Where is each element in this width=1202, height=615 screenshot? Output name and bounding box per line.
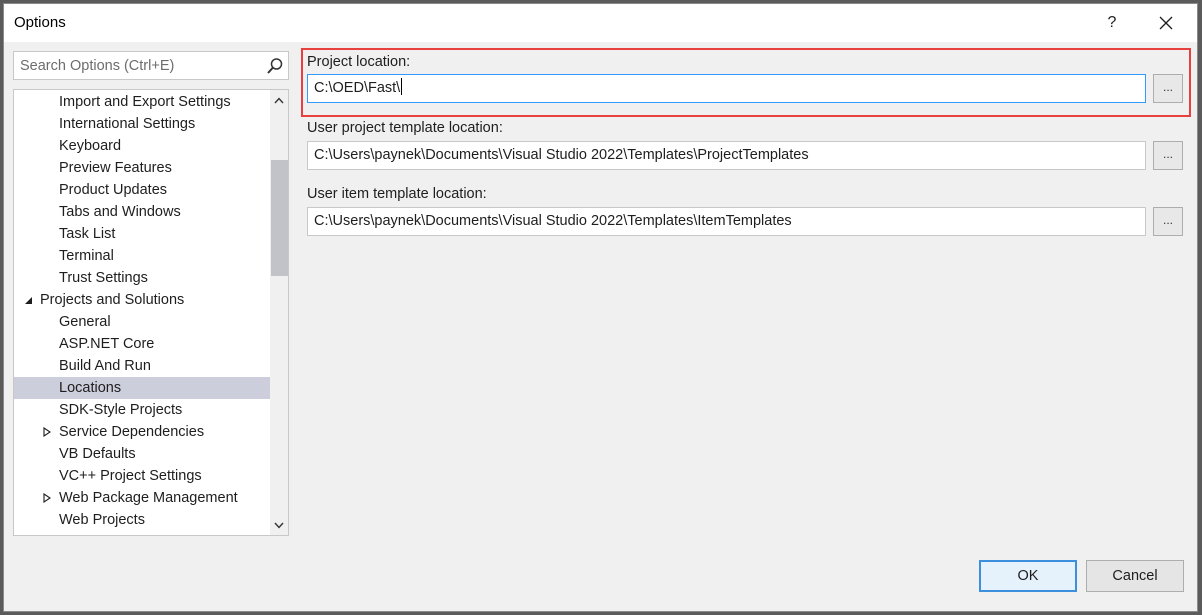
project-location-label: Project location: [307, 54, 411, 70]
tree-item-label: Tabs and Windows [59, 204, 181, 220]
tree-item[interactable]: Web Package Management [14, 487, 271, 509]
user-item-template-input[interactable]: C:\Users\paynek\Documents\Visual Studio … [307, 207, 1146, 236]
tree-item[interactable]: Keyboard [14, 135, 271, 157]
chevron-down-icon [274, 522, 284, 529]
tree-item-label: Product Updates [59, 182, 168, 198]
tree-item[interactable]: Import and Export Settings [14, 91, 271, 113]
tree-item-label: Web Projects [59, 512, 145, 528]
tree-item[interactable]: Task List [14, 223, 271, 245]
tree-list: Import and Export Settings International … [14, 91, 271, 531]
search-icon[interactable] [266, 57, 284, 75]
tree-item-label: Task List [59, 226, 116, 242]
tree-item-label: SDK-Style Projects [59, 402, 183, 418]
tree-item[interactable]: SDK-Style Projects [14, 399, 271, 421]
tree-scrollbar[interactable] [270, 90, 288, 535]
tree-item[interactable]: Locations [14, 377, 271, 399]
tree-item-label: International Settings [59, 116, 196, 132]
tree-item-label: Keyboard [59, 138, 122, 154]
tree-item-label: Web Package Management [59, 490, 238, 506]
search-box [13, 51, 289, 80]
user-item-template-label: User item template location: [307, 186, 487, 202]
tree-item-label: Service Dependencies [59, 424, 205, 440]
tree-item[interactable]: VC++ Project Settings [14, 465, 271, 487]
tree-item[interactable]: Web Projects [14, 509, 271, 531]
collapsed-triangle-icon[interactable] [40, 421, 54, 443]
tree-item-label: Preview Features [59, 160, 172, 176]
close-icon [1159, 16, 1173, 30]
tree-item[interactable]: Projects and Solutions [14, 289, 271, 311]
user-project-template-browse-button[interactable]: ... [1153, 141, 1183, 170]
title-bar: Options ? [4, 4, 1197, 42]
window-title: Options [14, 14, 66, 31]
tree-item[interactable]: Terminal [14, 245, 271, 267]
tree-item[interactable]: Product Updates [14, 179, 271, 201]
tree-item-label: VC++ Project Settings [59, 468, 202, 484]
cancel-button[interactable]: Cancel [1086, 560, 1184, 592]
options-dialog: Options ? Import and Export Settings Inte… [3, 3, 1198, 612]
close-button[interactable] [1143, 4, 1189, 42]
collapsed-triangle-icon[interactable] [40, 487, 54, 509]
tree-item[interactable]: International Settings [14, 113, 271, 135]
tree-item-label: Terminal [59, 248, 114, 264]
scroll-thumb[interactable] [271, 160, 288, 276]
tree-item-label: Projects and Solutions [40, 292, 185, 308]
tree-item[interactable]: ASP.NET Core [14, 333, 271, 355]
tree-item-label: Build And Run [59, 358, 151, 374]
tree-item-label: Locations [59, 380, 122, 396]
ok-button[interactable]: OK [979, 560, 1077, 592]
options-tree: Import and Export Settings International … [13, 89, 289, 536]
chevron-up-icon [274, 96, 284, 103]
tree-item-label: VB Defaults [59, 446, 136, 462]
text-caret [401, 78, 403, 95]
tree-item[interactable]: VB Defaults [14, 443, 271, 465]
tree-item[interactable]: Build And Run [14, 355, 271, 377]
tree-item[interactable]: Tabs and Windows [14, 201, 271, 223]
user-project-template-value: C:\Users\paynek\Documents\Visual Studio … [314, 147, 809, 163]
tree-item[interactable]: General [14, 311, 271, 333]
tree-item-label: ASP.NET Core [59, 336, 155, 352]
expanded-triangle-icon[interactable] [21, 289, 35, 311]
user-item-template-value: C:\Users\paynek\Documents\Visual Studio … [314, 213, 792, 229]
project-location-browse-button[interactable]: ... [1153, 74, 1183, 103]
user-project-template-input[interactable]: C:\Users\paynek\Documents\Visual Studio … [307, 141, 1146, 170]
tree-item-label: Trust Settings [59, 270, 148, 286]
project-location-input[interactable]: C:\OED\Fast\ [307, 74, 1146, 103]
user-item-template-browse-button[interactable]: ... [1153, 207, 1183, 236]
project-location-value: C:\OED\Fast\ [314, 80, 401, 96]
scroll-up-button[interactable] [270, 90, 288, 110]
help-button[interactable]: ? [1089, 4, 1135, 42]
scroll-down-button[interactable] [270, 515, 288, 535]
user-project-template-label: User project template location: [307, 120, 503, 136]
tree-item-label: General [59, 314, 111, 330]
tree-item[interactable]: Preview Features [14, 157, 271, 179]
search-input[interactable] [14, 52, 260, 79]
tree-item-label: Import and Export Settings [59, 94, 231, 110]
tree-item[interactable]: Trust Settings [14, 267, 271, 289]
tree-item[interactable]: Service Dependencies [14, 421, 271, 443]
